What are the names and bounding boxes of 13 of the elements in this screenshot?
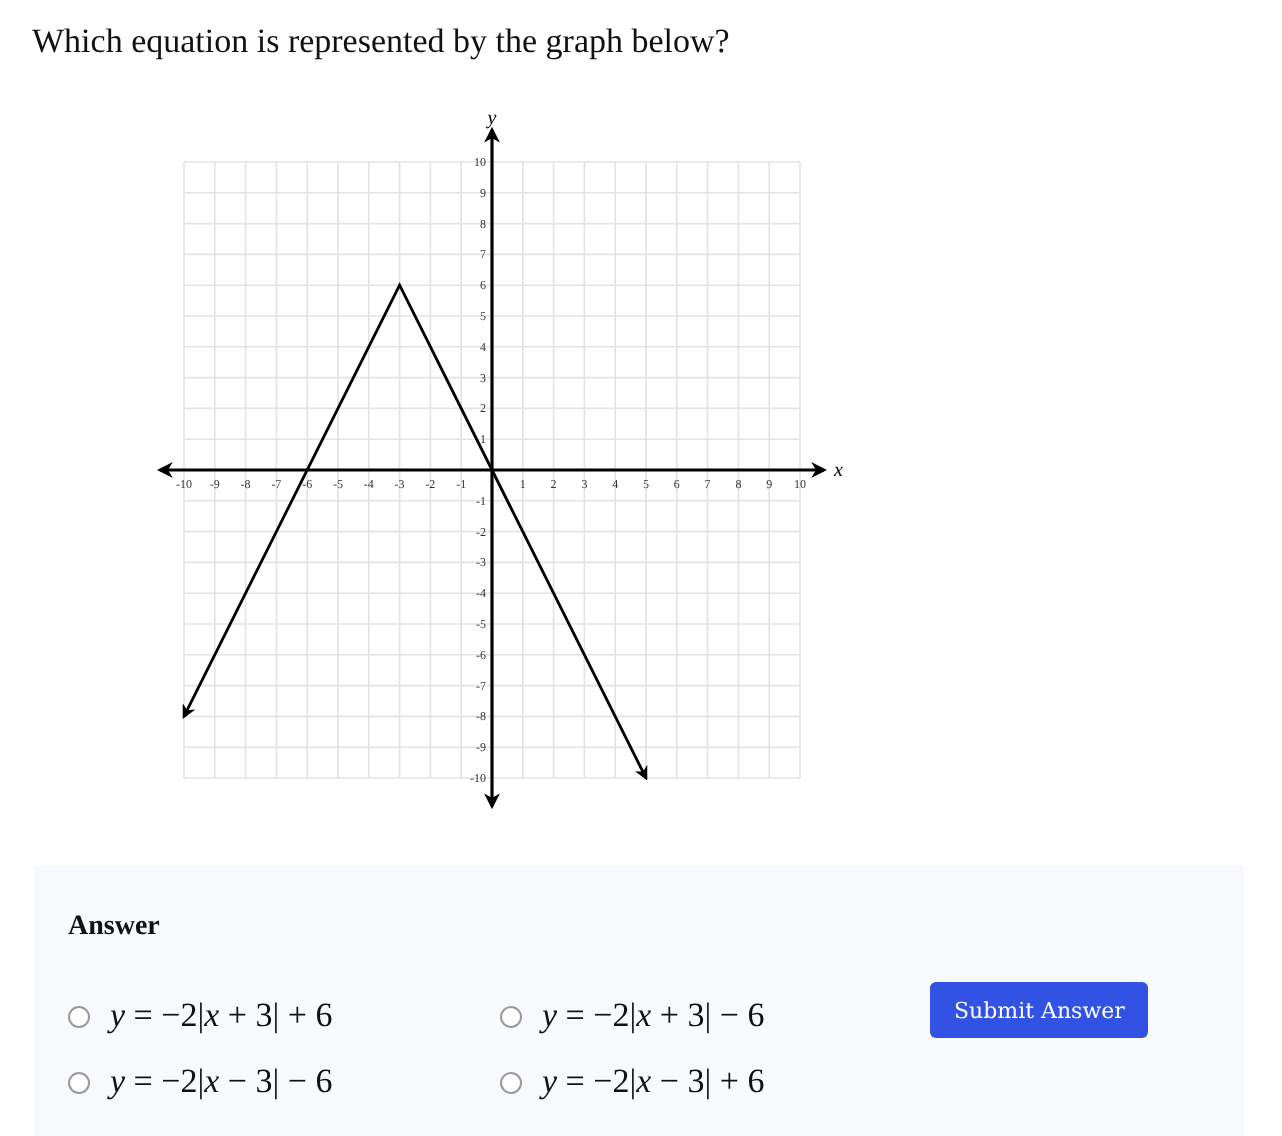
option-label[interactable]: y = −2|x − 3| + 6 <box>542 1062 765 1102</box>
radio-button[interactable] <box>68 1071 90 1093</box>
radio-button[interactable] <box>500 1071 522 1093</box>
question-text: Which equation is represented by the graph below? <box>32 20 730 64</box>
option-label[interactable]: y = −2|x + 3| − 6 <box>542 996 765 1036</box>
x-axis-label: x <box>834 460 843 482</box>
radio-button[interactable] <box>500 1005 522 1027</box>
answer-heading: Answer <box>68 912 160 944</box>
y-axis-label: y <box>487 112 497 130</box>
option-label[interactable]: y = −2|x + 3| + 6 <box>110 996 333 1036</box>
option-label[interactable]: y = −2|x − 3| − 6 <box>110 1062 333 1102</box>
submit-answer-button[interactable]: Submit Answer <box>930 982 1149 1038</box>
radio-button[interactable] <box>68 1005 90 1027</box>
